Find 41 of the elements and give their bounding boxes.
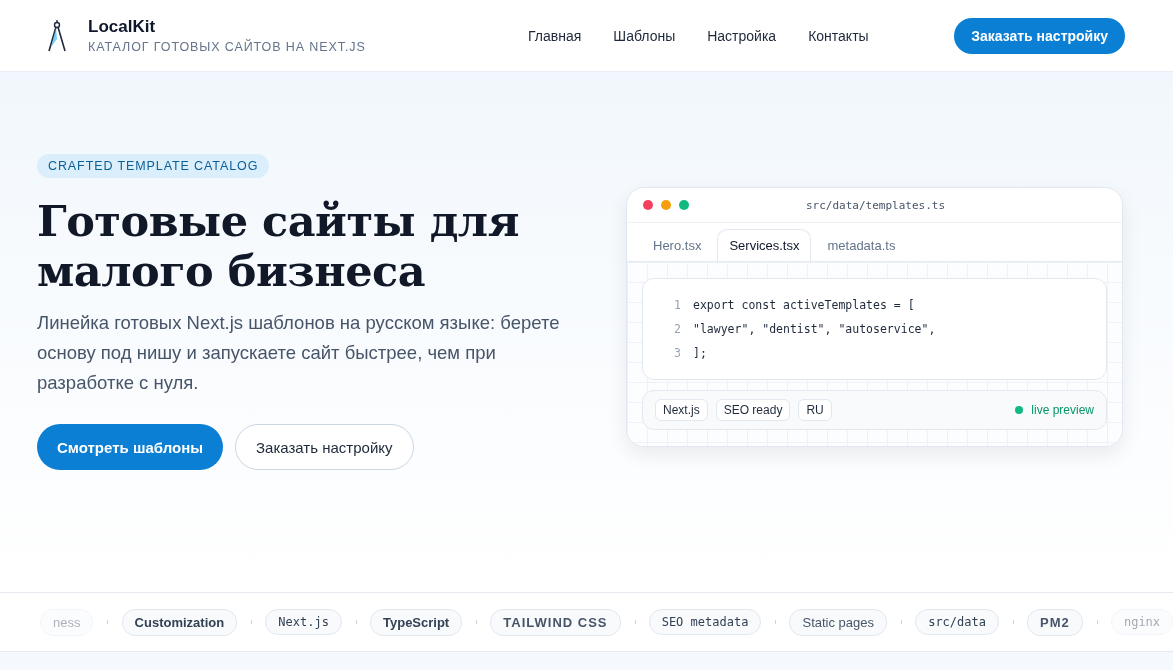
tech-chip: TAILWIND CSS	[490, 608, 621, 636]
file-tab[interactable]: metadata.ts	[815, 229, 908, 261]
tech-chip: nginx	[1110, 609, 1173, 635]
live-status: live preview	[1031, 403, 1094, 417]
tech-chip: TypeScript	[370, 608, 463, 636]
code-line: "lawyer", "dentist", "autoservice",	[693, 322, 936, 336]
line-number: 2	[673, 322, 681, 336]
primary-button[interactable]: Смотреть шаблоны	[37, 424, 223, 470]
line-number: 1	[673, 298, 681, 312]
nav-link[interactable]: Контакты	[808, 27, 869, 44]
tech-chip: SEO metadata	[648, 609, 762, 635]
maximize-dot-icon	[679, 200, 689, 210]
hero-lead: Линейка готовых Next.js шаблонов на русском языке: берете основу под нишу и запускаете сайт быстрее, чем при разработке с нуля.	[37, 311, 561, 395]
status-dot-icon	[1015, 406, 1024, 414]
tech-chip: Next.js	[265, 609, 342, 635]
compass-logo-icon	[46, 18, 68, 53]
tech-chip: ness	[40, 608, 94, 636]
file-tab[interactable]: Hero.tsx	[641, 229, 714, 261]
nav-link[interactable]: Шаблоны	[613, 27, 676, 44]
code-line: export const activeTemplates = [	[693, 298, 915, 312]
tech-tag: Next.js	[655, 399, 708, 421]
brand-name: LocalKit	[88, 17, 157, 37]
tech-chip: PM2	[1027, 608, 1083, 636]
hero-title: Готовые сайты для малого бизнеса	[37, 196, 520, 296]
close-dot-icon	[643, 200, 653, 210]
nav-link[interactable]: Настройка	[707, 27, 777, 44]
code-line: ];	[693, 346, 707, 360]
file-path: src/data/templates.ts	[804, 198, 947, 212]
nav-link[interactable]: Главная	[528, 27, 582, 44]
tech-tag: SEO ready	[715, 399, 791, 421]
file-tab[interactable]: Services.tsx	[717, 229, 812, 261]
hero-badge: CRAFTED TEMPLATE CATALOG	[37, 154, 270, 178]
tech-tag: RU	[798, 399, 832, 421]
secondary-button[interactable]: Заказать настройку	[235, 424, 414, 470]
tech-chip: Customization	[121, 608, 238, 636]
brand-tagline: КАТАЛОГ ГОТОВЫХ САЙТОВ НА NEXT.JS	[88, 40, 366, 54]
minimize-dot-icon	[661, 200, 671, 210]
line-number: 3	[673, 346, 681, 360]
tech-chip: Static pages	[789, 608, 888, 636]
tech-chip: src/data	[915, 609, 999, 635]
order-button[interactable]: Заказать настройку	[954, 17, 1125, 54]
